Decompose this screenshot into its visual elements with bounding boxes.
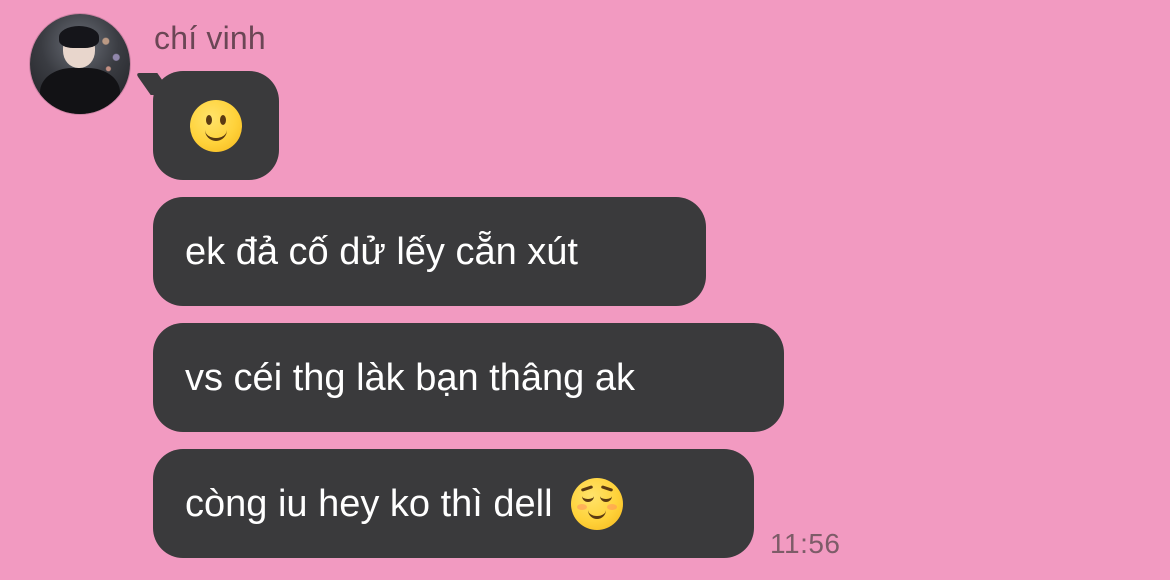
message-bubble[interactable]: vs céi thg làk bạn thâng ak <box>153 323 784 432</box>
message-text: ek đả cố dử lếy cẵn xút <box>185 230 578 273</box>
slightly-smiling-face-icon <box>190 99 242 152</box>
message-text: còng iu hey ko thì dell <box>185 482 553 525</box>
sender-avatar[interactable] <box>30 14 130 114</box>
relieved-face-icon <box>570 477 623 530</box>
avatar-hair <box>59 26 99 48</box>
sender-name: chí vinh <box>154 20 266 56</box>
message-bubble[interactable]: ek đả cố dử lếy cẵn xút <box>153 197 706 306</box>
message-bubble[interactable]: còng iu hey ko thì dell <box>153 449 754 558</box>
bubble-tail <box>135 73 173 95</box>
message-bubble-emoji[interactable] <box>135 71 279 180</box>
message-text: vs céi thg làk bạn thâng ak <box>185 356 635 399</box>
avatar-body <box>40 68 120 114</box>
message-timestamp: 11:56 <box>770 528 841 559</box>
